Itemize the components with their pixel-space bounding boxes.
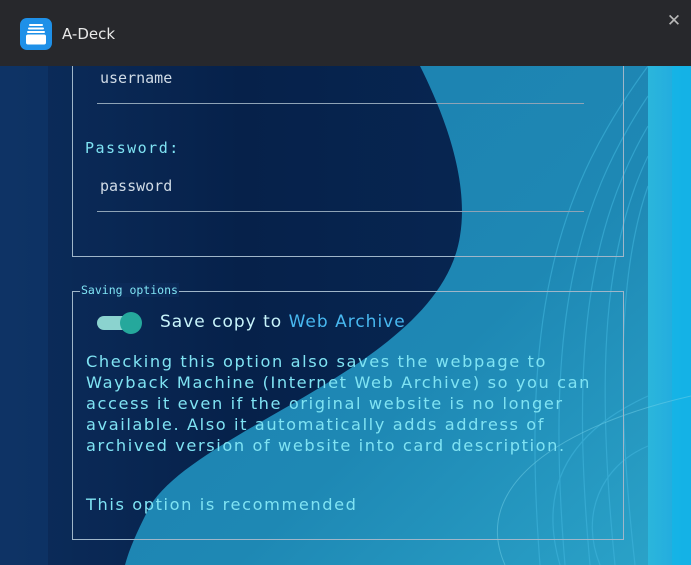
password-underline — [97, 211, 584, 212]
saving-options-legend: Saving options — [80, 283, 179, 297]
web-archive-description: Checking this option also saves the webp… — [86, 352, 592, 455]
web-archive-toggle-label: Save copy to Web Archive — [160, 312, 406, 332]
password-label: Password: — [85, 139, 180, 157]
username-underline — [97, 103, 584, 104]
recommendation-note: This option is recommended — [86, 495, 358, 514]
settings-panel: username Password: password Saving optio… — [0, 56, 691, 565]
password-field[interactable]: password — [100, 177, 172, 195]
toggle-knob — [120, 312, 142, 334]
web-archive-link[interactable]: Web Archive — [289, 312, 406, 332]
window-title: A-Deck — [62, 25, 116, 43]
card-stack-icon — [20, 18, 52, 50]
close-icon[interactable]: ✕ — [663, 10, 685, 32]
title-bar: A-Deck ✕ — [0, 0, 691, 66]
toggle-label-text: Save copy to — [160, 312, 289, 332]
web-archive-toggle[interactable] — [97, 312, 142, 334]
username-field[interactable]: username — [100, 69, 172, 87]
